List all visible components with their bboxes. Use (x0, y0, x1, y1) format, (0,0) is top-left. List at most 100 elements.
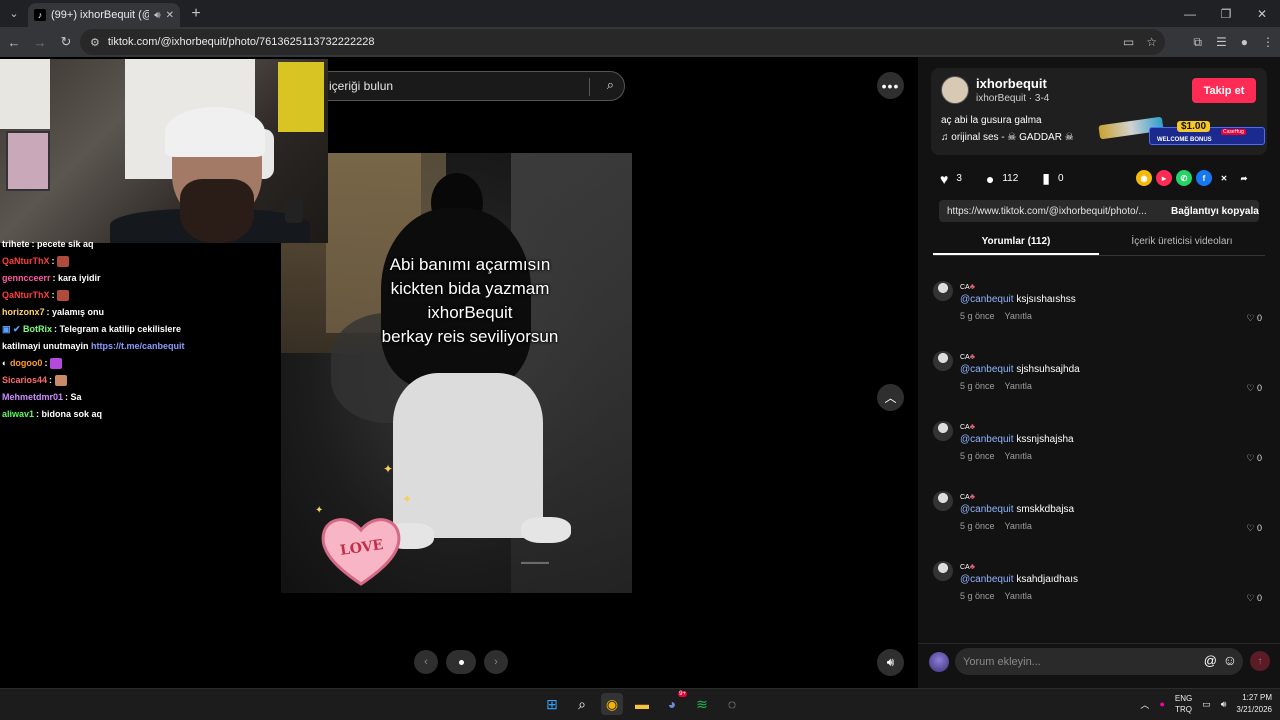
chat-username: dogoo0 (9, 358, 43, 368)
embed-share-icon[interactable]: ◉ (1136, 170, 1152, 186)
chat-message: Mehmetdmr01: Sa (2, 389, 302, 406)
comment-like[interactable]: ♡ 0 (1246, 523, 1262, 534)
flower-icon: ♣ (969, 422, 975, 431)
comment-mention[interactable]: @canbequit (960, 364, 1014, 375)
discord-icon[interactable]: ◕ 9+ (661, 691, 687, 715)
search-icon[interactable]: ⌕ (607, 77, 614, 93)
tab-creator-videos[interactable]: İçerik üreticisi videoları (1099, 231, 1265, 255)
share-url[interactable]: https://www.tiktok.com/@ixhorbequit/phot… (947, 206, 1159, 217)
speaker-icon: 🔊︎ (886, 655, 895, 669)
restore-button[interactable]: ❐ (1208, 0, 1244, 27)
carousel-next-button[interactable]: › (484, 650, 508, 674)
comment-avatar[interactable] (933, 421, 953, 441)
comment-like[interactable]: ♡ 0 (1246, 383, 1262, 394)
emoji-icon[interactable]: ☺ (1223, 652, 1237, 668)
send-comment-button[interactable]: ↑ (1250, 651, 1270, 671)
comment-avatar[interactable] (933, 561, 953, 581)
comment-mention[interactable]: @canbequit (960, 574, 1014, 585)
comment-author[interactable]: CA♣ (960, 282, 975, 291)
back-button[interactable]: ← (2, 35, 26, 50)
reply-button[interactable]: Yanıtla (1005, 521, 1032, 531)
file-explorer-icon[interactable]: ▬ (631, 693, 653, 715)
sponsored-banner[interactable]: $1.00 WELCOME BONUS CaseHug (1098, 113, 1265, 153)
site-info-icon[interactable]: ⚙ (90, 36, 100, 49)
comment-mention[interactable]: @canbequit (960, 434, 1014, 445)
windows-start-icon[interactable]: ⊞ (541, 693, 563, 715)
reply-button[interactable]: Yanıtla (1005, 311, 1032, 321)
whatsapp-icon[interactable]: ✆ (1176, 170, 1192, 186)
comment-author[interactable]: CA♣ (960, 492, 975, 501)
share-arrow-icon[interactable]: ➦ (1236, 170, 1252, 186)
cast-icon[interactable]: ▭ (1123, 35, 1134, 49)
bookmark-star-icon[interactable]: ☆ (1146, 35, 1157, 49)
comment-icon[interactable]: ● (986, 171, 994, 187)
facebook-icon[interactable]: f (1196, 170, 1212, 186)
browser-tab-strip: ⌄ ♪ (99+) ixhorBequit (@ixhorbe 🔊︎ ✕ + —… (0, 0, 1280, 27)
comment-mention[interactable]: @canbequit (960, 294, 1014, 305)
flower-icon: ♣ (969, 492, 975, 501)
bookmark-icon[interactable]: ▮ (1042, 170, 1050, 187)
speaker-icon[interactable]: 🔊︎ (1221, 699, 1227, 710)
browser-tab-tiktok[interactable]: ♪ (99+) ixhorBequit (@ixhorbe 🔊︎ ✕ (28, 3, 180, 27)
volume-button[interactable]: 🔊︎ (877, 649, 904, 676)
ad-amount: $1.00 (1177, 121, 1211, 132)
tab-comments[interactable]: Yorumlar (112) (933, 231, 1099, 255)
comment-input[interactable]: Yorum ekleyin... @ ☺ (955, 648, 1243, 675)
new-tab-button[interactable]: + (184, 5, 208, 23)
comment-like[interactable]: ♡ 0 (1246, 453, 1262, 464)
spotify-icon[interactable]: ≋ (691, 693, 713, 715)
comment-author[interactable]: CA♣ (960, 562, 975, 571)
copy-link-button[interactable]: Bağlantıyı kopyala (1171, 206, 1259, 217)
comment-author-name: CA (960, 284, 970, 291)
minimize-button[interactable]: — (1172, 0, 1208, 27)
search-icon[interactable]: ⌕ (571, 693, 593, 715)
network-icon[interactable]: ▭ (1202, 699, 1211, 710)
app-icon[interactable]: ◌ (721, 693, 743, 715)
chrome-icon[interactable]: ◉ (601, 693, 623, 715)
forward-button[interactable]: → (28, 35, 52, 50)
language-indicator[interactable]: ENG TRQ (1175, 693, 1192, 715)
mic-icon[interactable]: ● (1159, 699, 1164, 709)
tab-search-icon[interactable]: ⌄ (0, 0, 28, 27)
more-options-button[interactable]: ••• (877, 72, 904, 99)
stream-chat-overlay: trihete: pecete sik aq QaNturThX: genncc… (2, 236, 302, 423)
author-avatar[interactable] (941, 76, 969, 104)
reading-list-icon[interactable]: ☰ (1216, 35, 1227, 49)
window-close-button[interactable]: ✕ (1244, 0, 1280, 27)
previous-post-button[interactable]: ︿ (877, 384, 904, 411)
author-name[interactable]: ixhorbequit (976, 76, 1047, 91)
comment-avatar[interactable] (933, 351, 953, 371)
reply-button[interactable]: Yanıtla (1005, 591, 1032, 601)
comment-avatar[interactable] (933, 281, 953, 301)
comment-like-count: 0 (1256, 593, 1262, 603)
profile-avatar-icon[interactable]: ● (1241, 35, 1248, 49)
comment-author[interactable]: CA♣ (960, 422, 975, 431)
audio-playing-icon[interactable]: 🔊︎ (154, 10, 160, 21)
x-icon[interactable]: ✕ (1216, 170, 1232, 186)
comment-like[interactable]: ♡ 0 (1246, 593, 1262, 604)
address-bar[interactable]: ⚙ tiktok.com/@ixhorbequit/photo/76136251… (80, 29, 1165, 55)
mention-icon[interactable]: @ (1204, 653, 1217, 668)
follow-button[interactable]: Takip et (1192, 78, 1256, 103)
chat-link[interactable]: https://t.me/canbequit (91, 341, 185, 351)
related-search-input[interactable]: İlgili içeriği bulun ⌕ (292, 71, 625, 101)
chevron-up-icon[interactable]: ︿ (1140, 698, 1149, 711)
comment-like[interactable]: ♡ 0 (1246, 313, 1262, 324)
carousel-dot[interactable] (458, 659, 464, 665)
comment-author[interactable]: CA♣ (960, 352, 975, 361)
comment-mention[interactable]: @canbequit (960, 504, 1014, 515)
reload-button[interactable]: ↻ (54, 34, 78, 50)
extensions-icon[interactable]: ⧉ (1193, 35, 1202, 50)
chat-text: : bidona sok aq (36, 409, 103, 419)
music-info[interactable]: ♫ orijinal ses - ☠ GADDAR ☠ (941, 132, 1074, 143)
carousel-prev-button[interactable]: ‹ (414, 650, 438, 674)
reply-button[interactable]: Yanıtla (1005, 451, 1032, 461)
system-clock[interactable]: 1:27 PM 3/21/2026 (1236, 692, 1272, 716)
comment-avatar[interactable] (933, 491, 953, 511)
heart-icon[interactable]: ♥ (940, 171, 948, 187)
browser-menu-icon[interactable]: ⋮ (1262, 35, 1274, 49)
chat-username: BotRix (23, 324, 53, 334)
send-share-icon[interactable]: ▸ (1156, 170, 1172, 186)
reply-button[interactable]: Yanıtla (1005, 381, 1032, 391)
tab-close-icon[interactable]: ✕ (166, 10, 174, 21)
